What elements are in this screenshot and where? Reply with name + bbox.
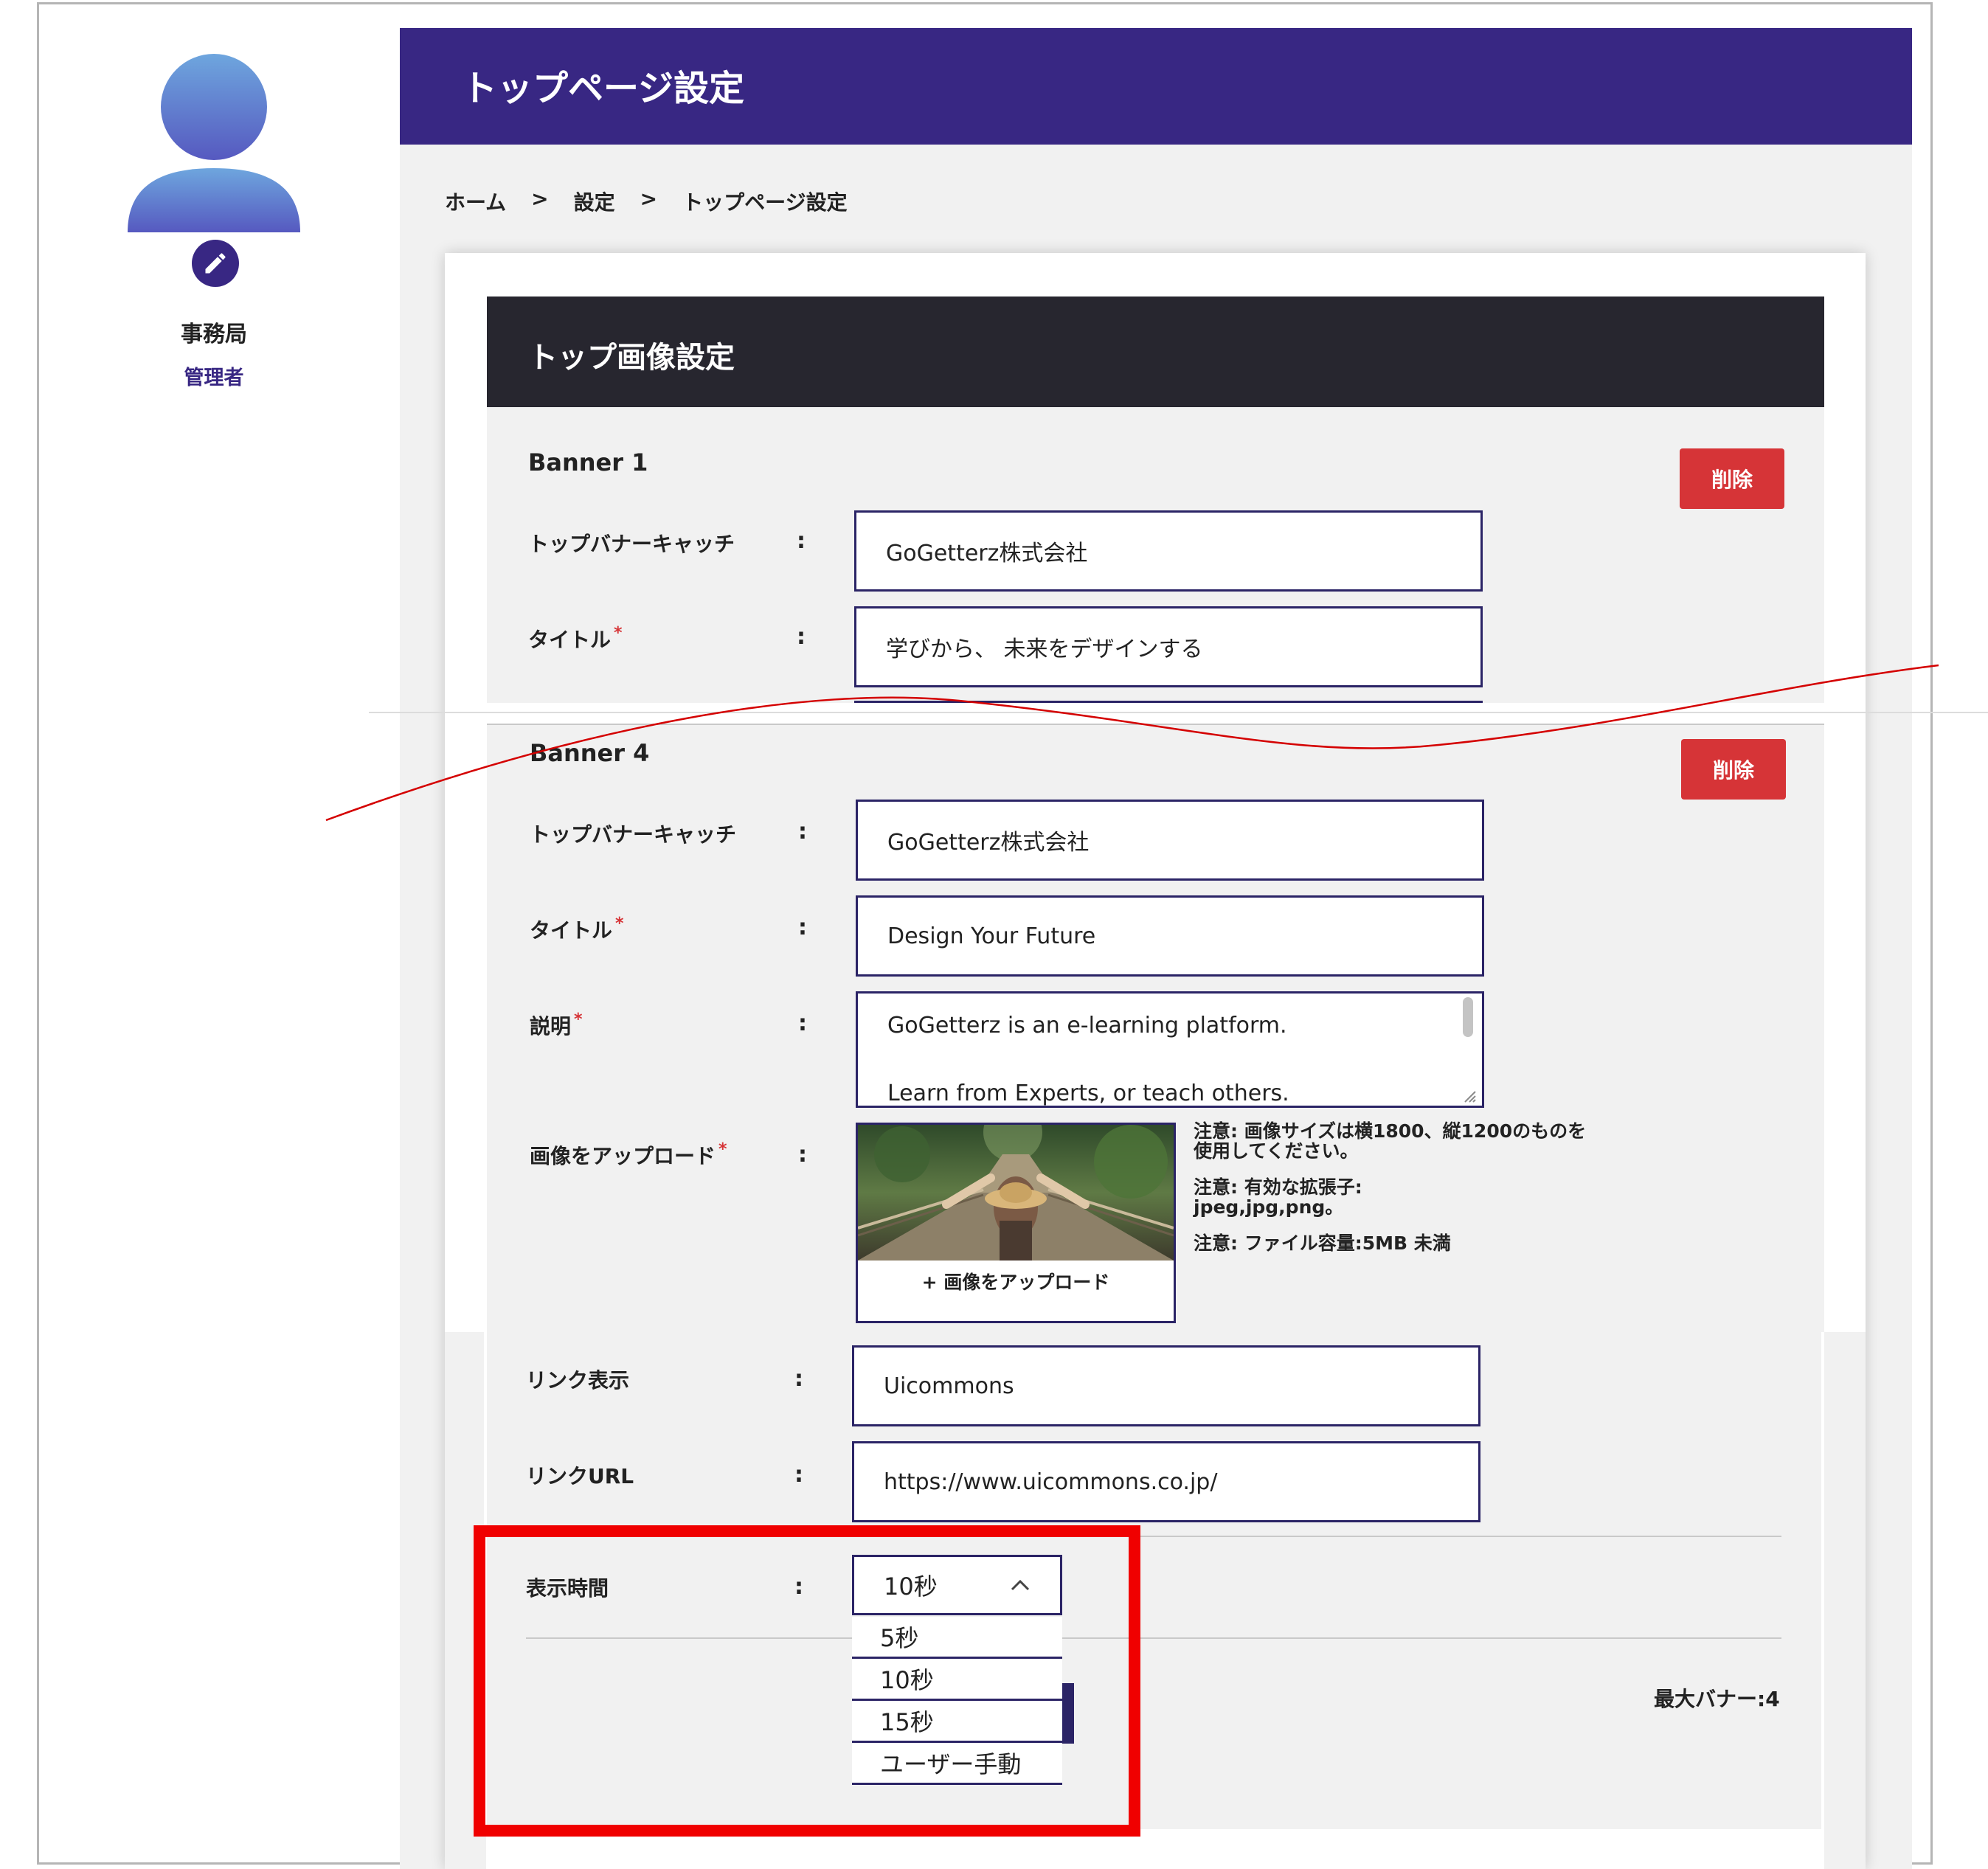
description-line: GoGetterz is an e-learning platform. bbox=[887, 1013, 1287, 1038]
banner-4-link-url-input[interactable]: https://www.uicommons.co.jp/ bbox=[852, 1441, 1480, 1522]
banner-4-link-url-label: リンクURL bbox=[526, 1464, 634, 1488]
resize-handle-icon[interactable] bbox=[1462, 1089, 1477, 1103]
banner-4-catch-label: トップバナーキャッチ bbox=[530, 822, 737, 847]
banner-4-description-label: 説明 * bbox=[530, 1010, 583, 1038]
section-title: トップ画像設定 bbox=[528, 341, 735, 375]
colon: : bbox=[794, 1462, 803, 1488]
breadcrumb-separator: > bbox=[640, 187, 658, 211]
colon: : bbox=[794, 1366, 803, 1392]
edit-profile-button[interactable] bbox=[192, 240, 239, 287]
banner-4-catch-input[interactable]: GoGetterz株式会社 bbox=[856, 800, 1484, 881]
colon: : bbox=[798, 915, 807, 940]
banner-1-catch-input[interactable]: GoGetterz株式会社 bbox=[854, 510, 1483, 592]
banner-4-upload-box[interactable]: + 画像をアップロード bbox=[856, 1123, 1176, 1323]
banner-4-upload-label: 画像をアップロード * bbox=[530, 1140, 727, 1168]
colon: : bbox=[798, 819, 807, 845]
banner-4-link-text-label: リンク表示 bbox=[526, 1368, 630, 1393]
banner-1-catch-label: トップバナーキャッチ bbox=[528, 532, 735, 556]
max-banner-count: 最大バナー:4 bbox=[1654, 1687, 1780, 1711]
colon: : bbox=[798, 1142, 807, 1168]
page-title: トップページ設定 bbox=[462, 68, 745, 109]
banner-1-title-label: タイトル * bbox=[528, 624, 623, 652]
banner-4-delete-button[interactable]: 削除 bbox=[1681, 739, 1786, 800]
section-divider bbox=[487, 724, 1824, 725]
banner-4-label: Banner 4 bbox=[530, 739, 650, 767]
split-gap bbox=[487, 703, 1824, 724]
note-line: 注意: 有効な拡張子: bbox=[1194, 1176, 1362, 1198]
breadcrumb-current: トップページ設定 bbox=[682, 190, 848, 215]
user-name: 事務局 bbox=[181, 322, 247, 347]
banner-4-title-label: タイトル * bbox=[530, 915, 624, 943]
user-role: 管理者 bbox=[184, 367, 244, 389]
colon: : bbox=[798, 1010, 807, 1036]
upload-note-filesize: 注意: ファイル容量:5MB 未満 bbox=[1194, 1232, 1451, 1254]
banner-4-description-textarea[interactable]: GoGetterz is an e-learning platform. Lea… bbox=[856, 991, 1484, 1108]
banner-1-label: Banner 1 bbox=[528, 448, 648, 476]
breadcrumb-settings[interactable]: 設定 bbox=[574, 187, 615, 216]
banner-4-title-input[interactable]: Design Your Future bbox=[856, 895, 1484, 977]
user-avatar-icon bbox=[128, 54, 300, 232]
crop-edge bbox=[1821, 1332, 1824, 1831]
banner-1-title-input[interactable]: 学びから、 未来をデザインする bbox=[854, 606, 1483, 687]
description-line: Learn from Experts, or teach others. bbox=[887, 1081, 1289, 1106]
breadcrumb: ホーム > 設定 > トップページ設定 bbox=[445, 187, 848, 216]
note-line: jpeg,jpg,png。 bbox=[1194, 1196, 1344, 1218]
annotation-highlight-box bbox=[474, 1525, 1140, 1837]
upload-note-size: 注意: 画像サイズは横1800、縦1200のものを 使用してください。 bbox=[1194, 1121, 1586, 1161]
banner-4-link-text-input[interactable]: Uicommons bbox=[852, 1345, 1480, 1426]
banner-1-delete-button[interactable]: 削除 bbox=[1680, 448, 1784, 509]
breadcrumb-separator: > bbox=[531, 187, 549, 211]
crop-edge bbox=[1824, 1332, 1866, 1869]
upload-image-button[interactable]: + 画像をアップロード bbox=[858, 1268, 1174, 1294]
textarea-scrollbar-thumb[interactable] bbox=[1463, 997, 1473, 1037]
banner-preview-image bbox=[858, 1125, 1174, 1261]
breadcrumb-home[interactable]: ホーム bbox=[445, 187, 506, 216]
note-line: 使用してください。 bbox=[1194, 1140, 1359, 1162]
pencil-icon bbox=[205, 253, 226, 274]
split-divider bbox=[369, 712, 1988, 713]
colon: : bbox=[797, 528, 806, 554]
colon: : bbox=[797, 624, 806, 650]
note-line: 注意: 画像サイズは横1800、縦1200のものを bbox=[1194, 1120, 1587, 1142]
upload-note-extensions: 注意: 有効な拡張子: jpeg,jpg,png。 bbox=[1194, 1177, 1362, 1217]
